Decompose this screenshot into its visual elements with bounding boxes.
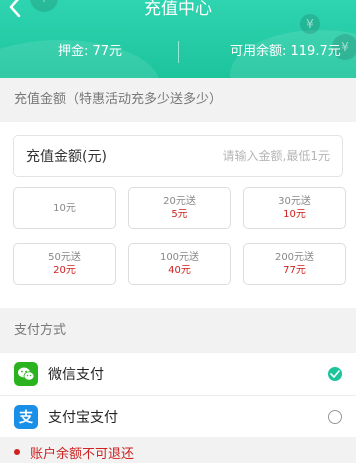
option-amount: 100元送 [159,252,200,263]
option-amount: 10元 [53,202,76,214]
refund-notice: 账户余额不可退还 [0,437,356,463]
payment-method-name: 微信支付 [48,367,104,383]
option-bonus: 10元 [283,209,306,220]
notice-dot-icon [14,449,20,455]
account-stats: 押金: 77元 可用余额: 119.7元 [0,41,356,63]
payment-method-wechat[interactable]: 微信支付 [0,353,356,395]
wechat-pay-icon [14,362,38,386]
header: + ¥ ¥ 充值中心 押金: 77元 可用余额: 119.7元 [0,0,356,78]
notice-text: 账户余额不可退还 [30,446,135,462]
deposit-amount: 押金: 77元 [58,44,123,59]
radio-unchecked-icon[interactable] [328,409,342,424]
amount-section-label: 充值金额（特惠活动充多少送多少） [0,78,356,122]
option-bonus: 40元 [168,265,191,276]
amount-input-label: 充值金额(元) [26,149,107,165]
payment-methods-list: 微信支付 支 支付宝支付 [0,353,356,437]
option-bonus: 77元 [283,265,306,276]
amount-option-10[interactable]: 10元 [13,187,116,229]
payment-method-alipay[interactable]: 支 支付宝支付 [0,395,356,437]
amount-option-200[interactable]: 200元送 77元 [243,243,346,285]
option-amount: 20元送 [163,196,196,207]
option-bonus: 5元 [171,209,188,220]
amount-option-30[interactable]: 30元送 10元 [243,187,346,229]
option-amount: 50元送 [48,252,81,263]
available-balance: 可用余额: 119.7元 [230,44,341,59]
radio-checked-icon[interactable] [328,367,342,381]
amount-option-20[interactable]: 20元送 5元 [128,187,231,229]
svg-text:支: 支 [18,409,34,426]
amount-input-row: 充值金额(元) [13,135,343,177]
option-amount: 200元送 [274,252,315,263]
payment-section-label: 支付方式 [0,308,356,353]
amount-panel: 充值金额(元) 10元 20元送 5元 30元送 10元 50元送 20元 10… [0,122,356,308]
alipay-icon: 支 [14,404,38,429]
option-amount: 30元送 [278,196,311,207]
option-bonus: 20元 [53,265,76,276]
page-title: 充值中心 [144,0,212,19]
amount-option-50[interactable]: 50元送 20元 [13,243,116,285]
amount-options-grid: 10元 20元送 5元 30元送 10元 50元送 20元 100元送 40元 … [13,187,346,285]
amount-input[interactable] [138,149,330,163]
payment-method-name: 支付宝支付 [48,409,118,426]
amount-option-100[interactable]: 100元送 40元 [128,243,231,285]
